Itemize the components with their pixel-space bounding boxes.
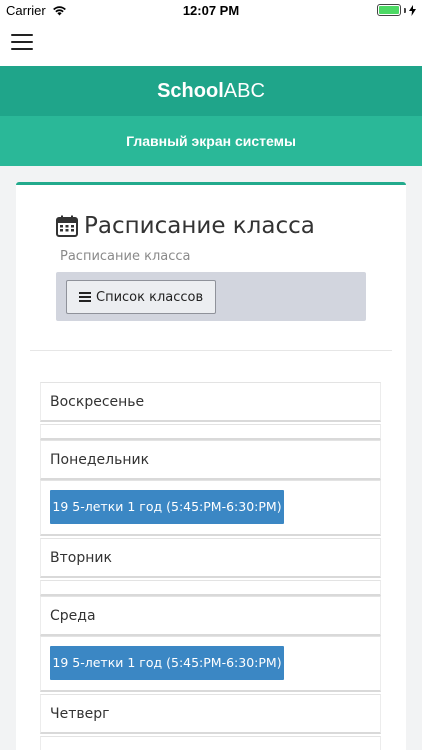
- schedule-toolbar: Список классов: [56, 272, 366, 321]
- day-row-monday: Понедельник: [40, 440, 381, 480]
- day-row-tuesday: Вторник: [40, 538, 381, 578]
- calendar-icon: [56, 215, 78, 237]
- day-events-monday: 19 5-летки 1 год (5:45:PM-6:30:PM): [40, 480, 381, 536]
- class-list-button[interactable]: Список классов: [66, 280, 217, 314]
- battery-icon: [377, 4, 401, 16]
- status-time: 12:07 PM: [182, 3, 240, 18]
- system-subtitle: Главный экран системы: [0, 116, 422, 166]
- status-right: [377, 4, 416, 16]
- day-events-wednesday: 19 5-летки 1 год (5:45:PM-6:30:PM): [40, 636, 381, 692]
- day-row-thursday: Четверг: [40, 694, 381, 734]
- day-row-sunday: Воскресенье: [40, 382, 381, 422]
- day-label: Понедельник: [50, 452, 150, 468]
- brand-bar: SchoolABC: [0, 66, 422, 116]
- schedule-event[interactable]: 19 5-летки 1 год (5:45:PM-6:30:PM): [50, 646, 284, 680]
- app-bar: [0, 22, 422, 66]
- day-spacer: [40, 736, 381, 750]
- brand-name-bold: School: [157, 80, 224, 102]
- schedule-title: Расписание класса: [56, 213, 315, 239]
- battery-tip: [404, 7, 406, 13]
- day-label: Среда: [50, 608, 96, 624]
- day-label: Воскресенье: [50, 394, 145, 410]
- schedule-title-text: Расписание класса: [84, 213, 315, 239]
- class-list-button-label: Список классов: [96, 289, 204, 305]
- battery-level-fill: [379, 6, 399, 14]
- day-label: Четверг: [50, 706, 110, 722]
- hamburger-icon[interactable]: [11, 34, 33, 52]
- divider: [30, 350, 392, 351]
- bars-icon: [79, 292, 91, 302]
- schedule-event[interactable]: 19 5-летки 1 год (5:45:PM-6:30:PM): [50, 490, 284, 524]
- schedule-subtitle: Расписание класса: [60, 249, 191, 264]
- day-spacer: [40, 424, 381, 440]
- brand-name-light: ABC: [223, 80, 265, 102]
- schedule-card: Расписание класса Расписание класса Спис…: [16, 182, 406, 750]
- day-spacer: [40, 580, 381, 596]
- day-row-wednesday: Среда: [40, 596, 381, 636]
- charging-icon: [409, 4, 416, 16]
- status-bar: Carrier 12:07 PM: [0, 0, 422, 22]
- day-label: Вторник: [50, 550, 112, 566]
